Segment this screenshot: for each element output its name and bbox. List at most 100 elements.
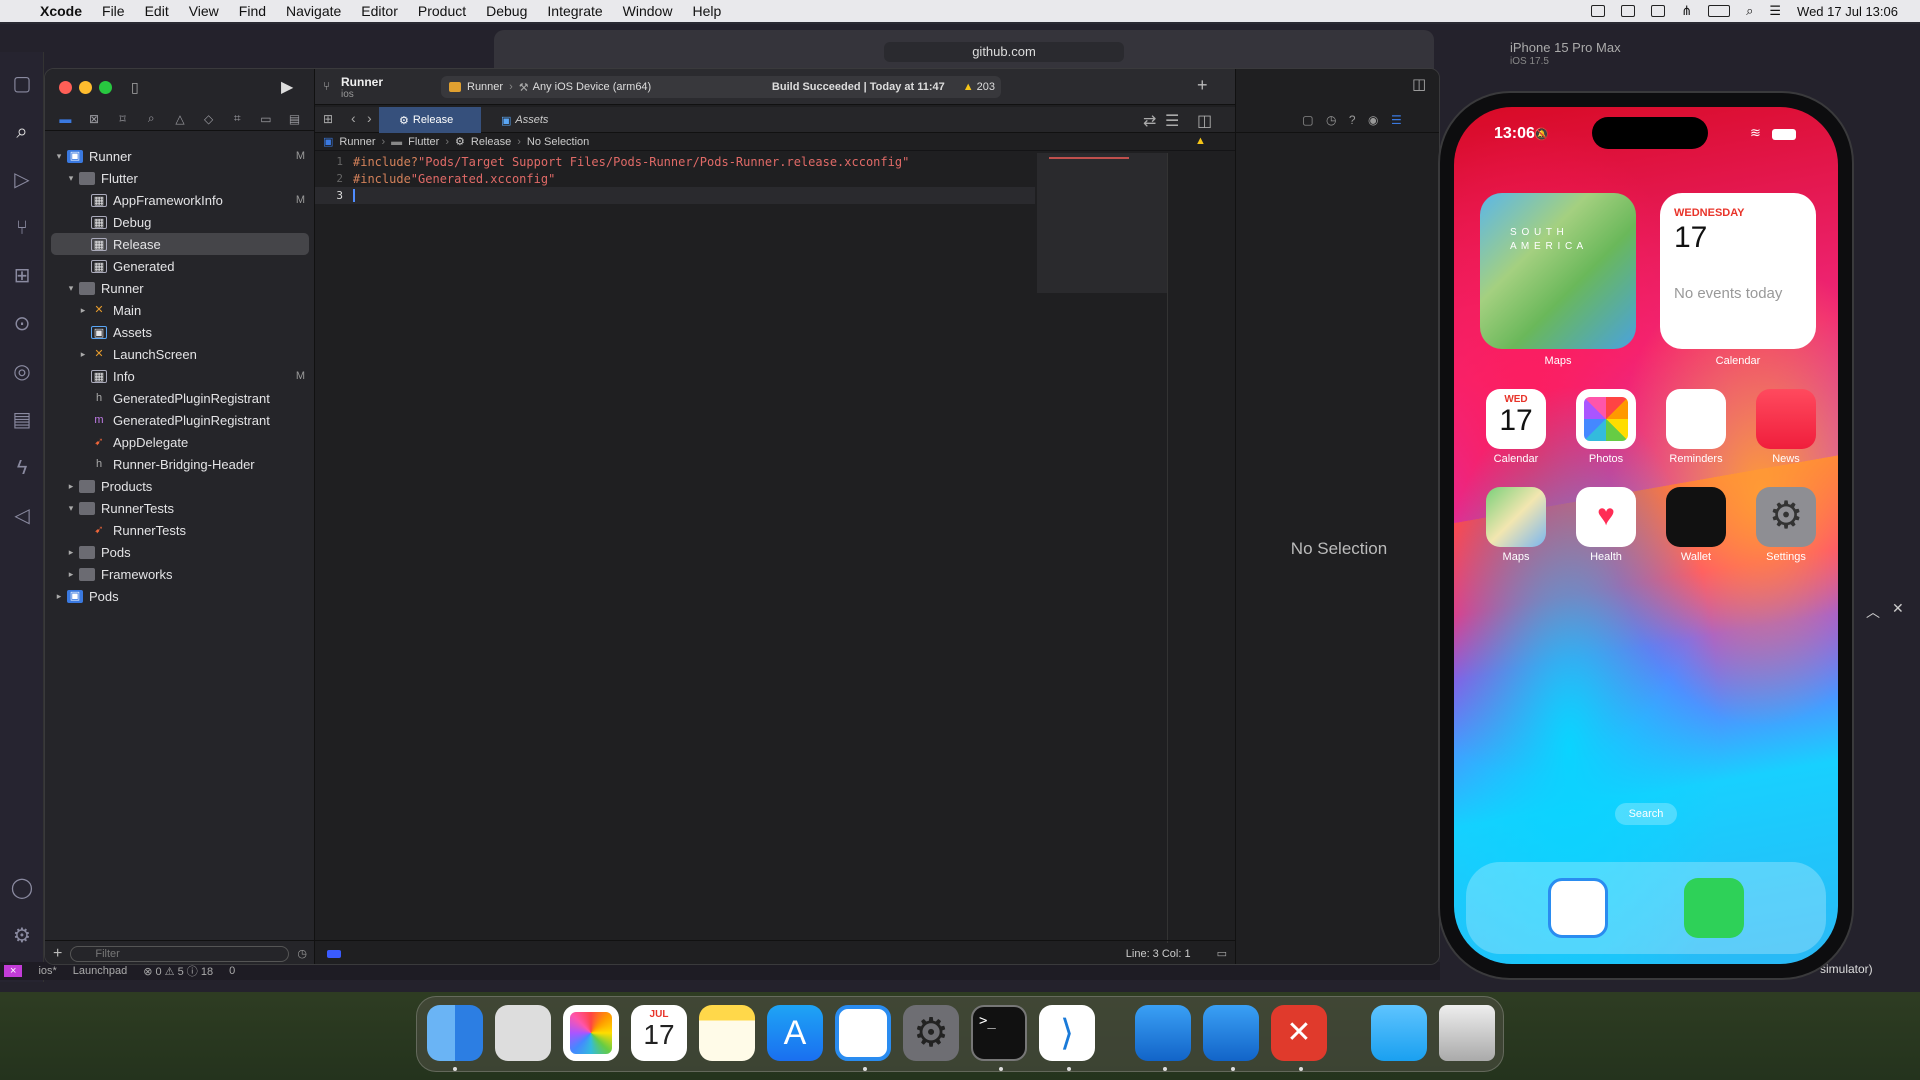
tree-item[interactable]: ▾ RunnerTests (45, 497, 315, 519)
tree-item[interactable]: h GeneratedPluginRegistrant (45, 387, 315, 409)
settings-gear-icon[interactable]: ⚙ (10, 924, 34, 948)
search-pill[interactable]: Search (1615, 803, 1677, 825)
add-tab-icon[interactable]: + (1197, 75, 1208, 96)
safari-icon[interactable] (835, 1005, 891, 1061)
menu-find[interactable]: Find (239, 3, 266, 19)
extensions-icon[interactable]: ⊞ (10, 264, 34, 288)
git-branch[interactable]: ios* (38, 965, 56, 977)
menu-app-name[interactable]: Xcode (40, 3, 82, 19)
display-icon[interactable] (1621, 5, 1636, 17)
menu-navigate[interactable]: Navigate (286, 3, 341, 19)
help-icon[interactable]: ? (1349, 113, 1356, 127)
related-items-icon[interactable]: ⇄ (1143, 111, 1156, 131)
disclosure-icon[interactable]: ▸ (77, 349, 89, 360)
calendar-widget[interactable]: WEDNESDAY 17 No events today (1660, 193, 1816, 349)
xcode-icon[interactable] (1135, 1005, 1191, 1061)
warning-icon[interactable]: ▲ (1195, 135, 1206, 147)
menu-integrate[interactable]: Integrate (547, 3, 602, 19)
disclosure-icon[interactable]: ▸ (77, 305, 89, 316)
minimap[interactable] (1037, 153, 1167, 293)
lightning-icon[interactable]: ϟ (10, 456, 34, 480)
keyboard-icon[interactable] (1651, 5, 1666, 17)
tree-item[interactable]: ▦ Info M (45, 365, 315, 387)
tree-item[interactable]: ➹ AppDelegate (45, 431, 315, 453)
minimize-button[interactable] (79, 81, 92, 94)
explorer-icon[interactable]: ▢ (10, 72, 34, 96)
tree-item[interactable]: ▦ Debug (45, 211, 315, 233)
tree-item[interactable]: ▾ ▣ Runner M (45, 145, 315, 167)
bookmark-icon[interactable]: ⌑ (114, 112, 132, 126)
debug-area-icon[interactable] (327, 949, 341, 958)
test-icon[interactable]: ◇ (200, 112, 218, 126)
disclosure-icon[interactable]: ▸ (65, 569, 77, 580)
menu-debug[interactable]: Debug (486, 3, 527, 19)
tree-item[interactable]: ▸ ▣ Pods (45, 585, 315, 607)
search-icon[interactable]: ⌕ (10, 120, 34, 144)
sidebar-toggle-icon[interactable]: ▯ (131, 79, 139, 96)
photos-app-icon[interactable] (1576, 389, 1636, 449)
trash-icon[interactable] (1439, 1005, 1495, 1061)
code-editor[interactable]: 1 #include? "Pods/Target Support Files/Po… (315, 153, 1035, 204)
menu-help[interactable]: Help (692, 3, 721, 19)
calendar-icon[interactable]: JUL 17 (631, 1005, 687, 1061)
tree-item[interactable]: ▦ AppFrameworkInfo M (45, 189, 315, 211)
hide-debug-icon[interactable]: ▭ (1217, 947, 1227, 960)
menu-window[interactable]: Window (623, 3, 673, 19)
health-app-icon[interactable]: ♥ (1576, 487, 1636, 547)
disclosure-icon[interactable]: ▾ (65, 283, 77, 294)
menu-editor[interactable]: Editor (361, 3, 398, 19)
breadcrumb-runner[interactable]: Runner (339, 136, 375, 148)
identity-icon[interactable]: ◉ (1368, 113, 1378, 127)
photos-icon[interactable] (563, 1005, 619, 1061)
attributes-icon[interactable]: ☰ (1391, 113, 1402, 127)
tree-item[interactable]: ▸ ✕ Main (45, 299, 315, 321)
file-inspector-icon[interactable]: ▢ (1302, 113, 1313, 127)
address-bar[interactable]: github.com (884, 42, 1124, 62)
code-line[interactable]: 3 (315, 187, 1035, 204)
run-debug-icon[interactable]: ▷ (10, 168, 34, 192)
folder-icon[interactable]: ▬ (56, 112, 74, 126)
history-icon[interactable]: ◷ (1326, 113, 1336, 127)
code-line[interactable]: 1 #include? "Pods/Target Support Files/Po… (315, 153, 1035, 170)
battery-icon[interactable] (1708, 5, 1731, 17)
disclosure-icon[interactable]: ▸ (65, 481, 77, 492)
inspector-toggle-icon[interactable]: ◫ (1412, 75, 1426, 93)
screen-record-icon[interactable] (1591, 5, 1606, 17)
tree-item[interactable]: h Runner-Bridging-Header (45, 453, 315, 475)
antenna-icon[interactable]: ⋔ (1681, 3, 1692, 19)
warning-count[interactable]: 203 (977, 81, 995, 93)
flutter-icon[interactable]: ◁ (10, 504, 34, 528)
editor-options-icon[interactable]: ☰ (1165, 111, 1179, 131)
back-icon[interactable]: ‹ (351, 110, 356, 126)
grid-icon[interactable]: ⊞ (323, 112, 333, 126)
news-app-icon[interactable] (1756, 389, 1816, 449)
vscode-icon[interactable]: ⟩ (1039, 1005, 1095, 1061)
menu-edit[interactable]: Edit (145, 3, 169, 19)
app-store-icon[interactable]: A (767, 1005, 823, 1061)
add-icon[interactable]: + (53, 945, 62, 963)
tree-item[interactable]: ▸ Products (45, 475, 315, 497)
copilot-icon[interactable]: ◎ (10, 360, 34, 384)
maps-widget[interactable]: S O U T H A M E R I C A (1480, 193, 1636, 349)
account-icon[interactable]: ◯ (10, 876, 34, 900)
home-screen[interactable]: 13:06 🔕 ≋ S O U T H A M E R I C A Maps W… (1454, 107, 1838, 964)
source-control-icon[interactable]: ⊠ (85, 112, 103, 126)
maps-app-icon[interactable] (1486, 487, 1546, 547)
breadcrumb-release[interactable]: Release (471, 136, 511, 148)
tree-item[interactable]: ▣ Assets (45, 321, 315, 343)
xcode-beta-icon[interactable] (1203, 1005, 1259, 1061)
breadcrumb-selection[interactable]: No Selection (527, 136, 589, 148)
build-status[interactable]: Build Succeeded | Today at 11:47 (772, 81, 945, 93)
run-button-icon[interactable]: ▶ (281, 77, 293, 97)
scheme-name[interactable]: Runner (467, 81, 503, 93)
tree-item[interactable]: ▾ Runner (45, 277, 315, 299)
tree-item[interactable]: ➹ RunnerTests (45, 519, 315, 541)
tree-item[interactable]: ▸ ✕ LaunchScreen (45, 343, 315, 365)
remote-desktop-icon[interactable]: ✕ (1271, 1005, 1327, 1061)
forward-icon[interactable]: › (367, 110, 372, 126)
find-icon[interactable]: ⌕ (142, 111, 160, 126)
reminders-app-icon[interactable] (1666, 389, 1726, 449)
disclosure-icon[interactable]: ▾ (65, 503, 77, 514)
tab-assets[interactable]: ▣ Assets (481, 107, 585, 133)
disclosure-icon[interactable]: ▾ (53, 151, 65, 162)
